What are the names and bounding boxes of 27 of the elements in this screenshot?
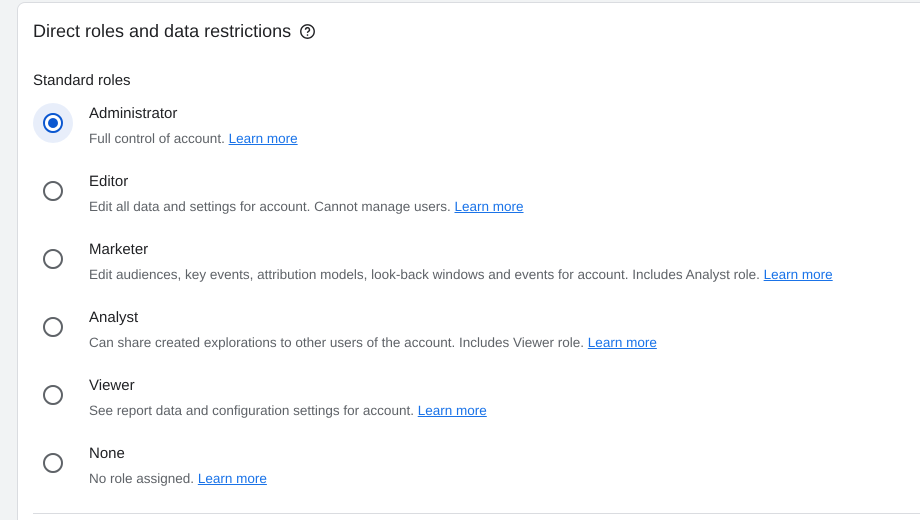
radio-button[interactable] — [43, 317, 63, 337]
learn-more-link[interactable]: Learn more — [454, 199, 524, 214]
radio-button[interactable] — [43, 113, 63, 133]
role-description: Edit audiences, key events, attribution models, look-back windows and events for account. Includes Analyst role. Learn more — [89, 267, 833, 282]
role-description: Full control of account. Learn more — [89, 131, 298, 146]
role-name: Marketer — [89, 241, 150, 258]
learn-more-link[interactable]: Learn more — [588, 335, 657, 350]
role-description: See report data and configuration settings for account. Learn more — [89, 403, 487, 418]
section-subtitle: Standard roles — [33, 72, 132, 89]
learn-more-link[interactable]: Learn more — [198, 471, 267, 486]
section-title: Direct roles and data restrictions — [33, 20, 292, 42]
role-name: Administrator — [89, 105, 178, 122]
learn-more-link[interactable]: Learn more — [764, 267, 833, 282]
learn-more-link[interactable]: Learn more — [228, 131, 298, 146]
role-name: Viewer — [89, 377, 136, 394]
radio-button[interactable] — [43, 181, 63, 201]
role-name: None — [89, 445, 126, 462]
radio-button[interactable] — [43, 249, 63, 269]
role-name: Editor — [89, 173, 130, 190]
role-description: Can share created explorations to other users of the account. Includes Viewer role. Learn more — [89, 335, 657, 350]
radio-button[interactable] — [43, 453, 63, 473]
role-description: Edit all data and settings for account. Cannot manage users. Learn more — [89, 199, 524, 214]
radio-button[interactable] — [43, 385, 63, 405]
learn-more-link[interactable]: Learn more — [418, 403, 487, 418]
role-name: Analyst — [89, 309, 140, 326]
role-description: No role assigned. Learn more — [89, 471, 267, 486]
help-icon[interactable] — [299, 22, 316, 40]
